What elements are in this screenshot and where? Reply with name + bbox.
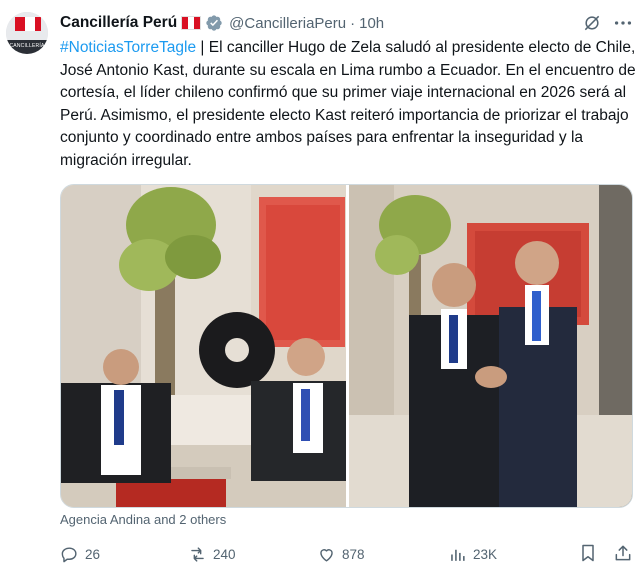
repost-button[interactable]: 240 <box>188 540 236 568</box>
verified-badge-icon[interactable] <box>205 14 223 32</box>
display-name[interactable]: Cancillería Perú <box>60 14 177 32</box>
avatar-flag-stripe <box>25 17 35 31</box>
views-chart-icon <box>451 549 465 561</box>
tweet-body: | El canciller Hugo de Zela saludó al pr… <box>60 39 640 169</box>
photo-meeting-seated[interactable] <box>61 185 346 507</box>
avatar-flag-stripe <box>15 17 25 31</box>
repost-count: 240 <box>213 546 236 562</box>
tweet-text: #NoticiasTorreTagle | El canciller Hugo … <box>60 37 636 172</box>
heart-icon <box>320 548 333 562</box>
media-gallery <box>60 184 633 508</box>
reply-count: 26 <box>85 546 101 562</box>
views-button[interactable]: 23K <box>448 540 497 568</box>
like-count: 878 <box>342 546 365 562</box>
hashtag-link[interactable]: #NoticiasTorreTagle <box>60 39 196 56</box>
repost-icon <box>191 546 204 562</box>
avatar-flag-stripe <box>35 17 41 31</box>
bookmark-icon[interactable] <box>578 543 598 563</box>
avatar[interactable]: CANCILLERÍA <box>6 12 48 54</box>
grok-icon[interactable] <box>582 13 602 33</box>
media-caption[interactable]: Agencia Andina and 2 others <box>60 512 226 527</box>
reply-button[interactable]: 26 <box>60 540 100 568</box>
action-bar: 26 240 878 23K <box>60 540 636 568</box>
share-icon[interactable] <box>613 543 633 563</box>
avatar-label: CANCILLERÍA <box>9 43 45 49</box>
views-count: 23K <box>473 546 498 562</box>
separator-dot: · <box>350 14 356 32</box>
more-options-icon[interactable] <box>612 12 634 34</box>
photo-handshake[interactable] <box>349 185 632 507</box>
peru-flag-icon <box>181 16 202 30</box>
timestamp[interactable]: 10h <box>359 15 384 32</box>
tweet-header: Cancillería Perú @CancilleriaPeru · 10h <box>60 12 384 34</box>
photo-handshake-illustration <box>349 185 632 507</box>
reply-icon <box>61 546 77 562</box>
handle[interactable]: @CancilleriaPeru <box>229 15 346 32</box>
photo-meeting-seated-illustration <box>61 185 346 507</box>
like-button[interactable]: 878 <box>317 540 365 568</box>
